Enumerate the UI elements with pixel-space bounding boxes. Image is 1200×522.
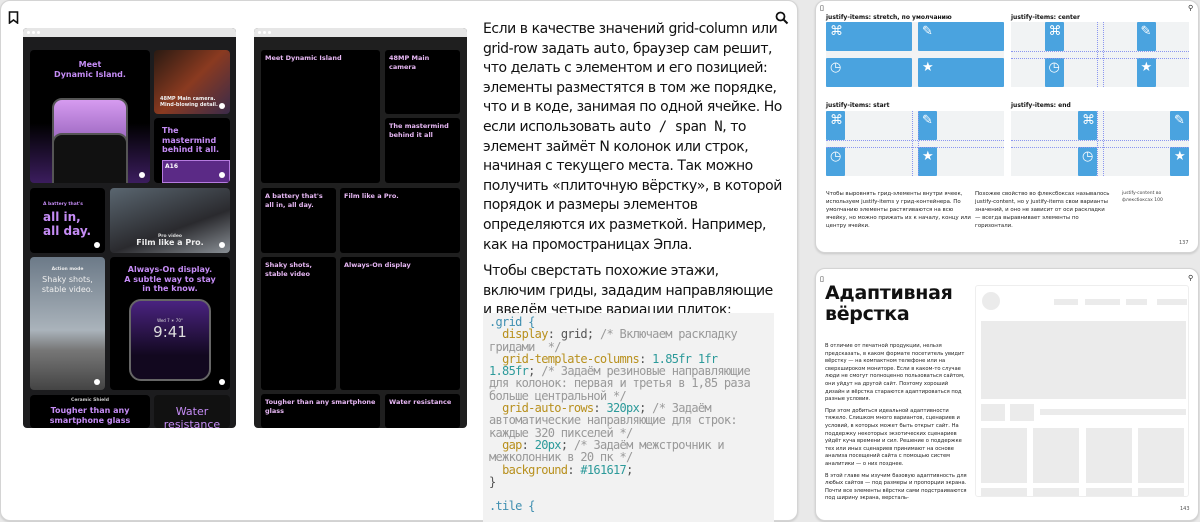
clock-icon: ◷ [830,60,842,75]
text-left: Чтобы выровнять грид-элементы внутри яче… [826,191,971,229]
command-icon: ⌘ [830,113,843,128]
grid-line [826,140,1004,141]
grid-line [912,111,913,176]
grid-tile: Always-On display [340,257,460,390]
tile-always-on: Always-On display. A subtle way to stay … [110,257,230,390]
browser-titlebar [23,28,236,37]
star-icon: ★ [1140,60,1153,75]
bookmark-icon[interactable] [8,11,19,27]
page-number: 137 [1179,240,1189,246]
grid-item: ✎ [1136,22,1156,51]
pencil-icon: ✎ [922,113,933,128]
tile-ceramic-shield: Ceramic Shield Tougher than any smartpho… [30,395,150,428]
grid-line [1103,22,1104,87]
grid-item: ★ [1136,58,1156,87]
grid-line [1011,140,1189,141]
bookmark-icon[interactable]: ▯ [820,5,824,12]
clock-icon: ◷ [830,149,842,164]
grid-line [1103,111,1104,176]
chapter-intro: В отличие от печатной продукции, нельзя … [825,343,967,502]
wireframe-illustration [975,285,1189,497]
tile-battery: A battery that's all in, all day. [30,188,105,253]
clock-icon: ◷ [1048,60,1060,75]
tile-dynamic-island: Meet Dynamic Island. [30,50,150,183]
bookmark-icon[interactable]: ▯ [820,276,824,283]
arrow-button[interactable] [219,103,225,109]
tile-camera: 48MP Main camera. Mind-blowing detail. [154,50,230,114]
grid-item: ✎ [1170,111,1189,140]
command-icon: ⌘ [1082,113,1095,128]
grid-tile: Tougher than any smartphone glass [261,394,380,428]
grid-line [1097,22,1098,87]
grid-tile: A battery that's all in, all day. [261,188,336,253]
grid-tile: Shaky shots, stable video [261,257,336,390]
justify-items-start-demo: ⌘ ✎ ◷ ★ [826,111,1004,176]
star-icon: ★ [1174,149,1186,164]
panel-label: justify-items: end [1011,102,1071,109]
grid-line [1011,51,1189,52]
command-icon: ⌘ [830,24,843,39]
grid-item: ◷ [826,147,845,176]
command-icon: ⌘ [1048,24,1062,39]
tile-selector: .tile { [489,499,535,514]
star-icon: ★ [922,60,934,75]
grid-item: ✎ [918,111,937,140]
grid-item: ⌘ [826,111,845,140]
tile-action-mode: Action mode Shaky shots, stable video. [30,257,105,390]
text-right: Похожее свойство во флексбоксах называло… [975,191,1110,229]
justify-items-center-demo: ⌘ ✎ ◷ ★ [1011,22,1189,87]
arrow-button[interactable] [219,379,225,385]
grid-line [918,111,919,176]
panel-label: justify-items: center [1011,14,1080,21]
grid-line [1011,147,1189,148]
grid-line [826,147,1004,148]
panel-label: justify-items: stretch, по умолчанию [826,14,952,21]
grid-line [1097,111,1098,176]
star-icon: ★ [922,149,934,164]
arrow-button[interactable] [219,172,225,178]
chapter-title: Адаптивная вёрстка [825,282,953,325]
grid-item: ⌘ [1078,111,1097,140]
grid-item: ✎ [918,22,1004,51]
grid-item: ⌘ [826,22,912,51]
code-block: .grid { display: grid; /* Включаем раскл… [483,313,774,522]
grid-line [1011,58,1189,59]
grid-item: ◷ [1044,58,1064,87]
justify-items-end-demo: ⌘ ✎ ◷ ★ [1011,111,1189,176]
tile-water: Water resistance [154,395,230,428]
arrow-button[interactable] [94,242,100,248]
arrow-button[interactable] [139,172,145,178]
grid-tile: Meet Dynamic Island [261,50,380,183]
tile-film: Pro video Film like a Pro. [110,188,230,253]
arrow-button[interactable] [94,379,100,385]
paragraph: Если в качестве значений grid-column или… [483,21,782,253]
pencil-icon: ✎ [922,24,933,39]
grid-item: ◷ [826,58,912,87]
panel-label: justify-items: start [826,102,890,109]
margin-note: justify-content во флексбоксах 100 [1122,191,1163,203]
grid-item: ★ [918,58,1004,87]
grid-item: ★ [1170,147,1189,176]
clock-icon: ◷ [1082,149,1094,164]
grid-item: ⌘ [1044,22,1064,51]
browser-titlebar [254,28,467,37]
pencil-icon: ✎ [1140,24,1152,39]
search-icon[interactable]: ⚲ [1188,275,1193,282]
grid-tile: Film like a Pro. [340,188,460,253]
grid-item: ◷ [1078,147,1097,176]
pencil-icon: ✎ [1174,113,1185,128]
search-icon[interactable]: ⚲ [1188,5,1193,12]
grid-tile: Water resistance [385,394,460,428]
grid-item: ★ [918,147,937,176]
grid-tile: The mastermind behind it all [385,118,460,183]
body-text: Если в качестве значений grid-column или… [483,20,783,328]
grid-tile: 48MP Main camera [385,50,460,114]
arrow-button[interactable] [219,242,225,248]
justify-items-stretch-demo: ⌘ ✎ ◷ ★ [826,22,1004,87]
page-number: 143 [1180,506,1190,512]
tile-a16: The mastermind behind it all. A16 [154,118,230,183]
